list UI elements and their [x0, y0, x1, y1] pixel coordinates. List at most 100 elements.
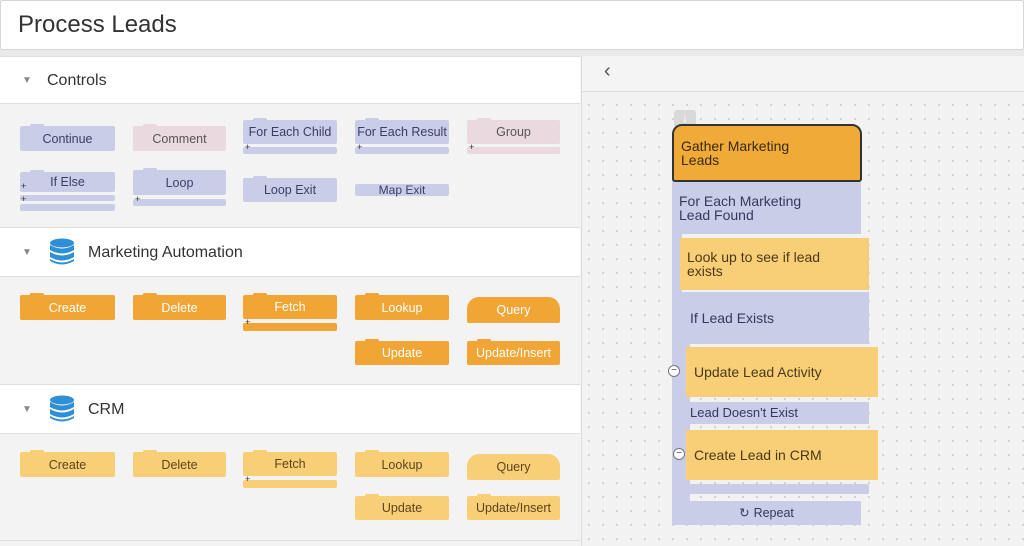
workflow-canvas[interactable]: ‹ ↓ Gather Marketing Leads For Each Mark…: [582, 56, 1024, 546]
flow-block-gather-marketing-leads[interactable]: Gather Marketing Leads: [672, 124, 862, 182]
flow-block-label: Repeat: [753, 506, 794, 520]
section-divider: [0, 540, 580, 541]
block-group-footer: [467, 147, 560, 154]
block-for-each-result-footer: [355, 147, 449, 154]
block-label: Query: [496, 303, 531, 317]
block-loop-exit[interactable]: Loop Exit: [243, 176, 337, 202]
block-label: Update/Insert: [475, 346, 552, 360]
chevron-left-icon[interactable]: ‹: [604, 60, 611, 83]
block-group[interactable]: Group: [467, 118, 560, 144]
flow-block-if-lead-exists[interactable]: If Lead Exists: [680, 292, 869, 344]
block-label: Create: [48, 300, 87, 315]
block-label: Query: [496, 460, 531, 474]
section-title-crm: CRM: [88, 401, 125, 418]
block-label: For Each Child: [248, 125, 332, 139]
block-marketing-update[interactable]: Update: [355, 339, 449, 365]
flow-block-label: Create Lead in CRM: [694, 447, 822, 463]
block-crm-fetch-footer: [243, 480, 337, 488]
plus-icon[interactable]: +: [135, 195, 140, 204]
block-if-else-footer: [20, 204, 115, 211]
block-label: Fetch: [274, 300, 306, 314]
block-label: Loop Exit: [263, 183, 317, 197]
block-marketing-lookup[interactable]: Lookup: [355, 293, 449, 320]
block-label: Lookup: [381, 300, 423, 315]
if-else-footer: [680, 484, 869, 494]
block-marketing-upsert[interactable]: Update/Insert: [467, 339, 560, 365]
canvas-toolbar: ‹: [582, 56, 1024, 92]
flow-block-update-lead-activity[interactable]: Update Lead Activity: [686, 347, 878, 397]
block-label: Loop: [165, 175, 194, 190]
block-label: Comment: [152, 131, 207, 146]
flow-block-label: Look up to see if lead exists: [687, 249, 821, 279]
flow-block-for-each-lead[interactable]: For Each Marketing Lead Found: [672, 182, 861, 234]
block-label: If Else: [50, 175, 85, 189]
flow-block-repeat[interactable]: ↻ Repeat: [672, 501, 861, 525]
plus-icon[interactable]: +: [245, 318, 250, 327]
minus-icon[interactable]: −: [668, 365, 680, 377]
section-header-controls[interactable]: ▼ Controls: [0, 56, 580, 104]
block-crm-update[interactable]: Update: [355, 494, 449, 520]
block-map-exit[interactable]: Map Exit: [355, 183, 449, 197]
flow-block-label: Gather Marketing Leads: [681, 138, 790, 168]
block-label: For Each Result: [357, 125, 447, 139]
block-label: Lookup: [381, 457, 423, 472]
flow-block-label: Lead Doesn't Exist: [690, 405, 798, 420]
block-label: Update: [381, 501, 423, 515]
flow-block-label: For Each Marketing Lead Found: [679, 193, 802, 223]
block-marketing-delete[interactable]: Delete: [133, 293, 226, 320]
block-marketing-query[interactable]: Query: [467, 297, 560, 323]
section-title-marketing-automation: Marketing Automation: [88, 244, 243, 261]
plus-icon[interactable]: +: [245, 475, 250, 484]
block-loop[interactable]: Loop: [133, 168, 226, 195]
collapse-triangle-icon[interactable]: ▼: [22, 247, 32, 258]
database-icon: [50, 238, 74, 265]
block-crm-create[interactable]: Create: [20, 450, 115, 477]
block-for-each-child-footer: [243, 147, 337, 154]
plus-icon[interactable]: +: [21, 195, 26, 204]
block-marketing-fetch[interactable]: Fetch: [243, 293, 337, 319]
collapse-triangle-icon[interactable]: ▼: [22, 75, 32, 86]
block-label: Update: [381, 346, 423, 360]
block-label: Continue: [42, 131, 93, 146]
flow-block-label: If Lead Exists: [690, 310, 775, 326]
collapse-triangle-icon[interactable]: ▼: [22, 404, 32, 415]
plus-icon[interactable]: +: [245, 143, 250, 152]
flow-block-label: Update Lead Activity: [694, 364, 822, 380]
block-label: Map Exit: [378, 183, 426, 197]
section-header-crm[interactable]: ▼ CRM: [0, 384, 580, 434]
database-icon: [50, 395, 74, 422]
block-palette: ▼ Controls Continue Comment For Each Chi…: [0, 56, 582, 546]
block-marketing-create[interactable]: Create: [20, 293, 115, 320]
block-label: Delete: [161, 457, 198, 472]
flow-block-create-lead-in-crm[interactable]: Create Lead in CRM: [686, 430, 878, 480]
block-loop-footer: [133, 199, 226, 206]
page-title: Process Leads: [18, 11, 177, 38]
section-header-marketing-automation[interactable]: ▼ Marketing Automation: [0, 227, 580, 277]
block-crm-fetch[interactable]: Fetch: [243, 450, 337, 476]
block-marketing-fetch-footer: [243, 323, 337, 331]
plus-icon[interactable]: +: [469, 143, 474, 152]
section-title-controls: Controls: [47, 72, 107, 89]
block-for-each-child[interactable]: For Each Child: [243, 118, 337, 144]
block-for-each-result[interactable]: For Each Result: [355, 118, 449, 144]
plus-icon[interactable]: +: [21, 182, 26, 191]
block-label: Create: [48, 457, 87, 472]
block-comment[interactable]: Comment: [133, 124, 226, 151]
flow-block-look-up-lead[interactable]: Look up to see if lead exists: [680, 238, 869, 290]
block-crm-query[interactable]: Query: [467, 454, 560, 480]
block-label: Delete: [161, 300, 198, 315]
block-label: Group: [496, 125, 531, 139]
repeat-icon: ↻: [739, 506, 750, 520]
block-crm-lookup[interactable]: Lookup: [355, 450, 449, 477]
block-label: Update/Insert: [475, 501, 552, 515]
block-crm-delete[interactable]: Delete: [133, 450, 226, 477]
page-header: Process Leads: [0, 0, 1024, 50]
minus-icon[interactable]: −: [673, 448, 685, 460]
block-if-else-mid: [20, 195, 115, 201]
block-crm-upsert[interactable]: Update/Insert: [467, 494, 560, 520]
plus-icon[interactable]: +: [357, 143, 362, 152]
flow-block-lead-doesnt-exist[interactable]: Lead Doesn't Exist: [680, 402, 869, 424]
block-if-else[interactable]: If Else: [20, 170, 115, 192]
block-label: Fetch: [274, 457, 306, 471]
block-continue[interactable]: Continue: [20, 124, 115, 151]
